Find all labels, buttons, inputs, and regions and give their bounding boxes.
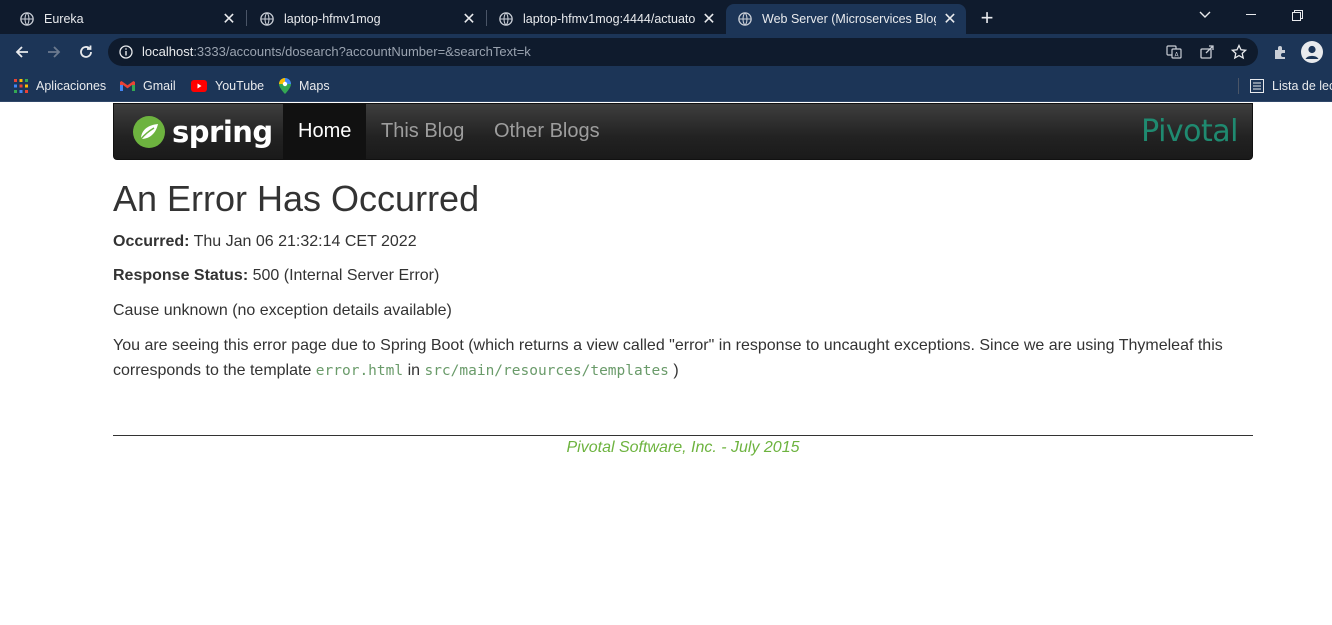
reading-list[interactable]: Lista de lectura [1250,76,1332,96]
browser-tab-bar: Eureka ✕ laptop-hfmv1mog ✕ laptop-hfmv1m… [0,0,1332,34]
occurred-label: Occurred: [113,233,190,250]
translate-icon[interactable]: A [1166,44,1182,60]
footer-text: Pivotal Software, Inc. - July 2015 [566,439,800,456]
bookmark-apps[interactable]: Aplicaciones [14,76,106,96]
bookmark-maps[interactable]: Maps [279,76,330,96]
explanation-end: ) [673,362,679,379]
forward-icon[interactable] [42,40,66,64]
gmail-icon [120,81,135,91]
bookmarks-bar: Aplicaciones Gmail YouTube Maps Lista de… [0,70,1332,102]
brand-text: spring [172,115,273,149]
maps-icon [279,78,291,94]
spring-leaf-icon [133,116,165,148]
bookmark-label: Aplicaciones [36,79,107,93]
page-title: An Error Has Occurred [113,178,480,219]
occurred-line: Occurred: Thu Jan 06 21:32:14 CET 2022 [113,231,1253,253]
close-tab-icon[interactable]: ✕ [701,11,717,28]
status-label: Response Status: [113,267,249,284]
bookmark-star-icon[interactable] [1231,44,1247,60]
apps-grid-icon [14,79,28,93]
template-dir: src/main/resources/templates [424,363,669,379]
nav-home[interactable]: Home [283,104,367,159]
close-tab-icon[interactable]: ✕ [942,11,958,28]
bookmarks-divider [1238,78,1239,94]
tab-search-chevron-icon[interactable] [1182,0,1228,30]
bookmark-youtube[interactable]: YouTube [191,76,264,96]
tab-title: Eureka [44,12,84,26]
globe-icon [499,12,513,26]
template-file: error.html [315,363,404,379]
close-tab-icon[interactable]: ✕ [221,11,237,28]
cause-line: Cause unknown (no exception details avai… [113,302,452,319]
pivotal-logo: Pivotal [1141,114,1238,149]
site-info-icon[interactable] [119,45,133,59]
url-path: :3333/accounts/dosearch?accountNumber=&s… [193,44,531,59]
close-tab-icon[interactable]: ✕ [461,11,477,28]
extensions-icon[interactable] [1268,40,1292,64]
bookmark-label: Gmail [143,79,176,93]
profile-avatar-icon[interactable] [1300,40,1324,64]
globe-icon [20,12,34,26]
globe-icon [260,12,274,26]
status-line: Response Status: 500 (Internal Server Er… [113,265,1253,287]
tab-web-server[interactable]: Web Server (Microservices Blog D ✕ [726,4,966,34]
footer-divider [113,435,1253,436]
bookmark-label: YouTube [215,79,265,93]
tab-title: laptop-hfmv1mog [284,12,381,26]
reading-list-icon [1250,79,1264,93]
address-bar[interactable]: localhost:3333/accounts/dosearch?account… [108,38,1258,66]
back-icon[interactable] [10,40,34,64]
tab-eureka[interactable]: Eureka ✕ [0,4,245,34]
share-icon[interactable] [1199,44,1215,60]
explanation-paragraph: You are seeing this error page due to Sp… [113,333,1223,384]
tab-actuator[interactable]: laptop-hfmv1mog:4444/actuator ✕ [479,4,725,34]
spring-logo[interactable]: spring [132,112,273,152]
globe-icon [738,12,752,26]
youtube-icon [191,80,207,92]
occurred-value: Thu Jan 06 21:32:14 CET 2022 [193,233,417,250]
tab-title: Web Server (Microservices Blog D [762,12,936,26]
reload-icon[interactable] [74,40,98,64]
new-tab-button[interactable]: + [975,5,999,30]
site-navbar: spring Home This Blog Other Blogs Pivota… [113,103,1253,160]
explanation-in: in [407,362,421,379]
restore-icon[interactable] [1274,0,1320,30]
url-host: localhost [142,44,194,59]
browser-toolbar: localhost:3333/accounts/dosearch?account… [0,34,1332,70]
nav-this-blog[interactable]: This Blog [366,104,479,159]
bookmark-gmail[interactable]: Gmail [120,76,176,96]
nav-other-blogs[interactable]: Other Blogs [479,104,615,159]
minimize-icon[interactable] [1228,0,1274,30]
bookmark-label: Maps [299,79,330,93]
tab-title: laptop-hfmv1mog:4444/actuator [523,12,695,26]
tab-laptop[interactable]: laptop-hfmv1mog ✕ [240,4,485,34]
url-text[interactable]: localhost:3333/accounts/dosearch?account… [142,44,531,59]
error-content: An Error Has Occurred Occurred: Thu Jan … [113,175,1253,384]
reading-list-label: Lista de lectura [1272,79,1332,93]
status-value: 500 (Internal Server Error) [252,267,440,284]
